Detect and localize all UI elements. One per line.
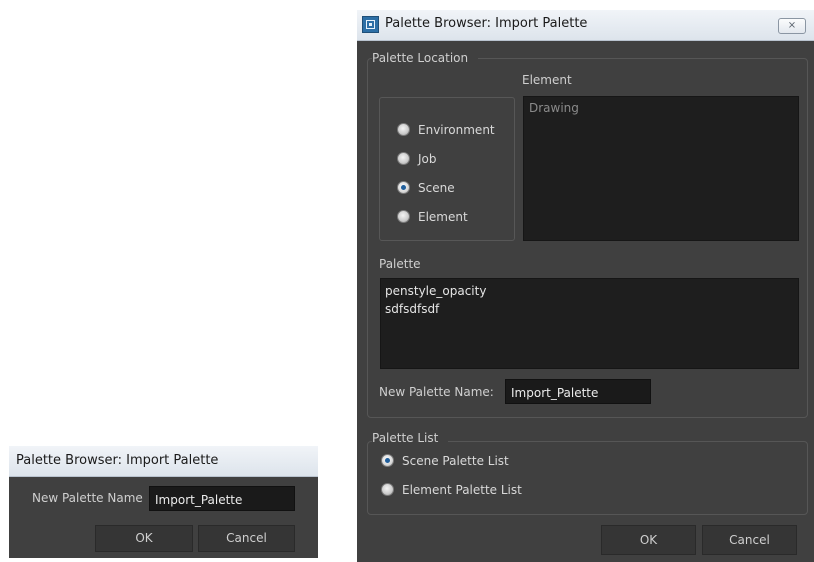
radio-label: Environment	[418, 123, 495, 137]
ok-button[interactable]: OK	[601, 525, 696, 555]
palette-location-legend: Palette Location	[372, 51, 479, 65]
radio-button-icon[interactable]	[381, 483, 394, 496]
radio-button-selected-icon[interactable]	[397, 181, 410, 194]
simple-import-palette-dialog: Palette Browser: Import Palette New Pale…	[9, 446, 318, 558]
radio-button-selected-icon[interactable]	[381, 454, 394, 467]
palette-label: Palette	[379, 257, 421, 271]
dialog-title: Palette Browser: Import Palette	[16, 453, 219, 468]
radio-label: Job	[418, 152, 437, 166]
list-item[interactable]: penstyle_opacity	[385, 284, 486, 298]
title-bar[interactable]: Palette Browser: Import Palette	[9, 446, 318, 477]
new-palette-name-input[interactable]: Import_Palette	[505, 379, 651, 404]
radio-label: Scene Palette List	[402, 454, 509, 468]
radio-label: Element Palette List	[402, 483, 522, 497]
close-icon[interactable]: ⨯	[778, 18, 806, 34]
import-palette-dialog: Palette Browser: Import Palette ⨯ Palett…	[357, 10, 814, 562]
list-item[interactable]: sdfsdfsdf	[385, 302, 439, 316]
title-bar[interactable]: Palette Browser: Import Palette ⨯	[357, 10, 814, 41]
radio-label: Element	[418, 210, 468, 224]
list-item[interactable]: Drawing	[529, 101, 579, 115]
cancel-button[interactable]: Cancel	[702, 525, 797, 555]
radio-button-icon[interactable]	[397, 152, 410, 165]
ok-button[interactable]: OK	[95, 525, 193, 552]
new-palette-name-label: New Palette Name	[32, 491, 143, 505]
element-label: Element	[522, 73, 572, 87]
element-list[interactable]: Drawing	[523, 96, 799, 241]
cancel-button[interactable]: Cancel	[198, 525, 295, 552]
palette-list-group	[367, 441, 808, 515]
radio-button-icon[interactable]	[397, 210, 410, 223]
app-icon	[362, 16, 379, 33]
new-palette-name-label: New Palette Name:	[379, 385, 494, 399]
new-palette-name-input[interactable]: Import_Palette	[149, 486, 295, 511]
dialog-title: Palette Browser: Import Palette	[385, 16, 588, 31]
radio-label: Scene	[418, 181, 455, 195]
palette-list[interactable]: penstyle_opacity sdfsdfsdf	[380, 278, 799, 369]
radio-button-icon[interactable]	[397, 123, 410, 136]
palette-list-legend: Palette List	[372, 431, 449, 445]
